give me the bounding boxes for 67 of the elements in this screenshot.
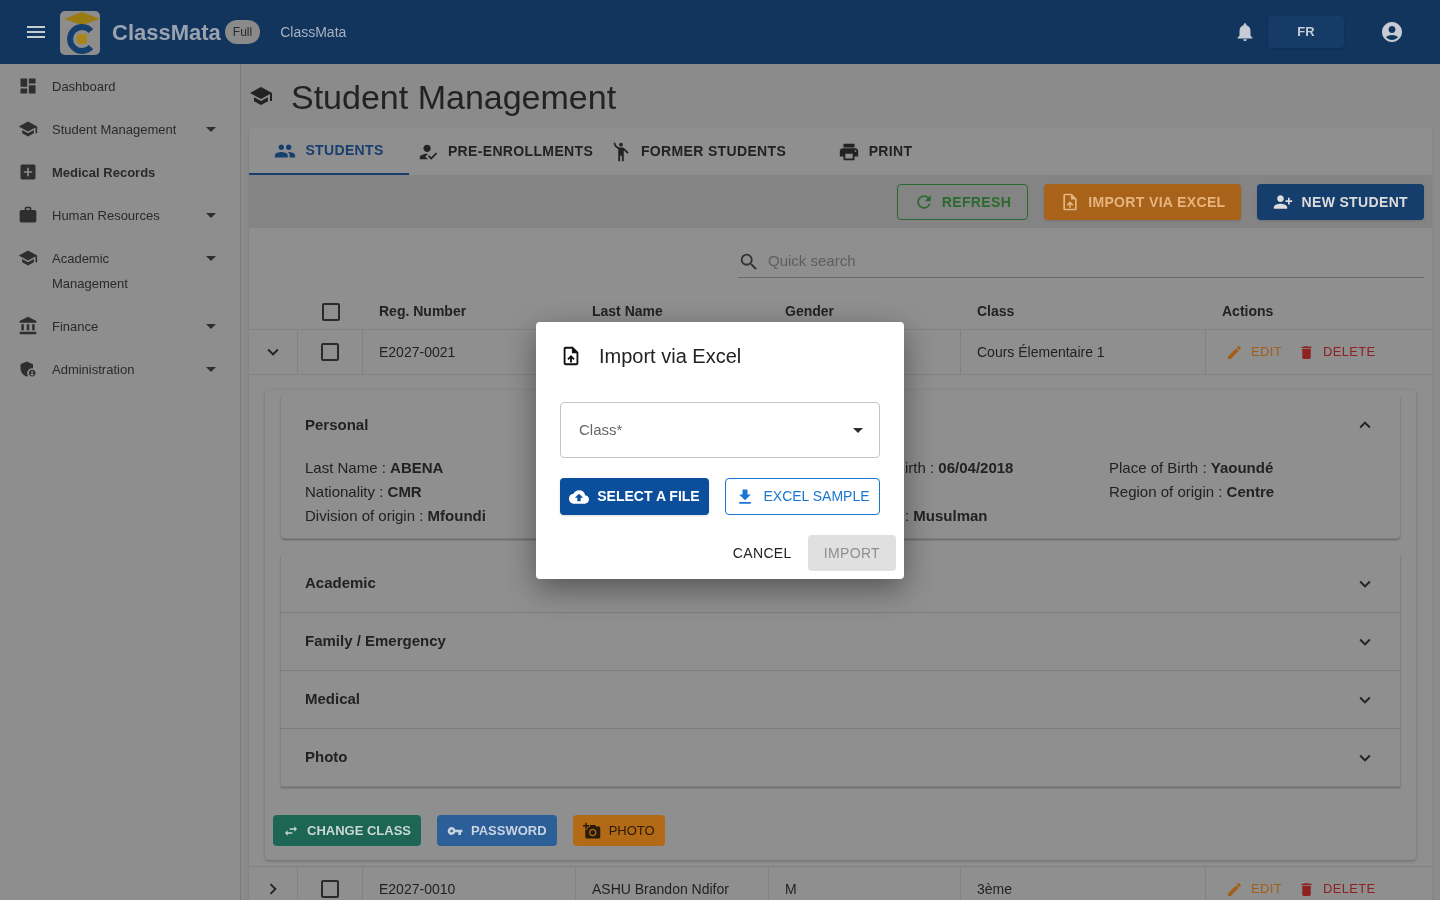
add-camera-icon [582, 821, 601, 840]
dialog-title: Import via Excel [599, 344, 742, 369]
add-person-icon [1273, 192, 1294, 212]
tab[interactable]: FORMER STUDENTS [601, 128, 795, 175]
logo-icon [60, 9, 100, 55]
class-select[interactable]: Class* [560, 402, 880, 458]
school-name: ClassMata [280, 22, 347, 42]
table-cell-text: 3ème [977, 879, 1013, 899]
column-header: Reg. Number [379, 303, 467, 319]
language-button[interactable]: FR [1268, 16, 1344, 48]
table-cell-text: E2027-0010 [379, 879, 456, 899]
graduation-cap-icon [18, 119, 38, 139]
column-header: Class [977, 303, 1015, 319]
dropdown-caret-icon [853, 427, 863, 433]
graduation-cap-icon [18, 248, 38, 268]
field-text: Region of origin : Centre [1109, 482, 1275, 502]
sidebar-item[interactable]: Finance [0, 306, 240, 349]
tab[interactable]: PRINT [795, 128, 955, 175]
section-title: Family / Emergency [305, 631, 446, 652]
tab[interactable]: PRE-ENROLLMENTS [409, 128, 601, 175]
delete-button[interactable]: DELETE [1297, 879, 1376, 899]
field-text: Nationality : CMR [305, 482, 422, 502]
field-text: irth : 06/04/2018 [905, 458, 1014, 478]
shield-user-icon [18, 359, 38, 379]
pencil-icon [1226, 880, 1243, 898]
sidebar-item[interactable]: Human Resources [0, 195, 240, 238]
sidebar-item[interactable]: Academic Management [0, 238, 240, 306]
sidebar-item[interactable]: Dashboard [0, 66, 240, 109]
bank-icon [18, 316, 38, 336]
column-header: Actions [1222, 303, 1274, 319]
page-title: Student Management [291, 76, 617, 118]
import-button[interactable]: IMPORT VIA EXCEL [1044, 184, 1242, 220]
section-title: Medical [305, 689, 361, 710]
plan-badge: Full [224, 20, 261, 44]
change-class-button[interactable]: CHANGE CLASS [273, 815, 421, 846]
section-title: Photo [305, 747, 348, 768]
field-text: Place of Birth : Yaoundé [1109, 458, 1274, 478]
checkbox[interactable] [321, 343, 339, 361]
app-name: ClassMata [112, 18, 221, 47]
table-cell-text: E2027-0021 [379, 342, 456, 362]
sidebar-item[interactable]: Student Management [0, 109, 240, 152]
table-cell-text: M [785, 879, 797, 899]
field-text: Division of origin : Mfoundi [305, 506, 486, 526]
pencil-icon [1226, 343, 1243, 361]
graduation-cap-icon [249, 84, 273, 108]
column-header: Last Name [592, 303, 663, 319]
select-file-button[interactable]: SELECT A FILE [560, 478, 709, 515]
briefcase-icon [18, 205, 38, 225]
field-text: : Musulman [905, 506, 988, 526]
column-header: Gender [785, 303, 834, 319]
section-title: Academic [305, 573, 376, 594]
photo-button[interactable]: PHOTO [572, 815, 665, 846]
new-student-button[interactable]: NEW STUDENT [1257, 184, 1424, 220]
dashboard-icon [18, 76, 38, 96]
table-cell-text: Cours Élementaire 1 [977, 342, 1105, 362]
field-text: Last Name : ABENA [305, 458, 444, 478]
sidebar-item[interactable]: Medical Records [0, 152, 240, 195]
excel-sample-button[interactable]: EXCEL SAMPLE [725, 478, 880, 515]
account-icon[interactable] [1380, 20, 1404, 44]
delete-button[interactable]: DELETE [1297, 342, 1376, 362]
table-cell-text: ASHU Brandon Ndifor [592, 879, 729, 899]
checkbox[interactable] [321, 880, 339, 898]
cancel-button[interactable]: CANCEL [716, 535, 808, 571]
checkbox[interactable] [321, 302, 340, 321]
section-title: Personal [305, 414, 369, 435]
sidebar-item[interactable]: Administration [0, 349, 240, 392]
password-button[interactable]: PASSWORD [437, 815, 557, 846]
